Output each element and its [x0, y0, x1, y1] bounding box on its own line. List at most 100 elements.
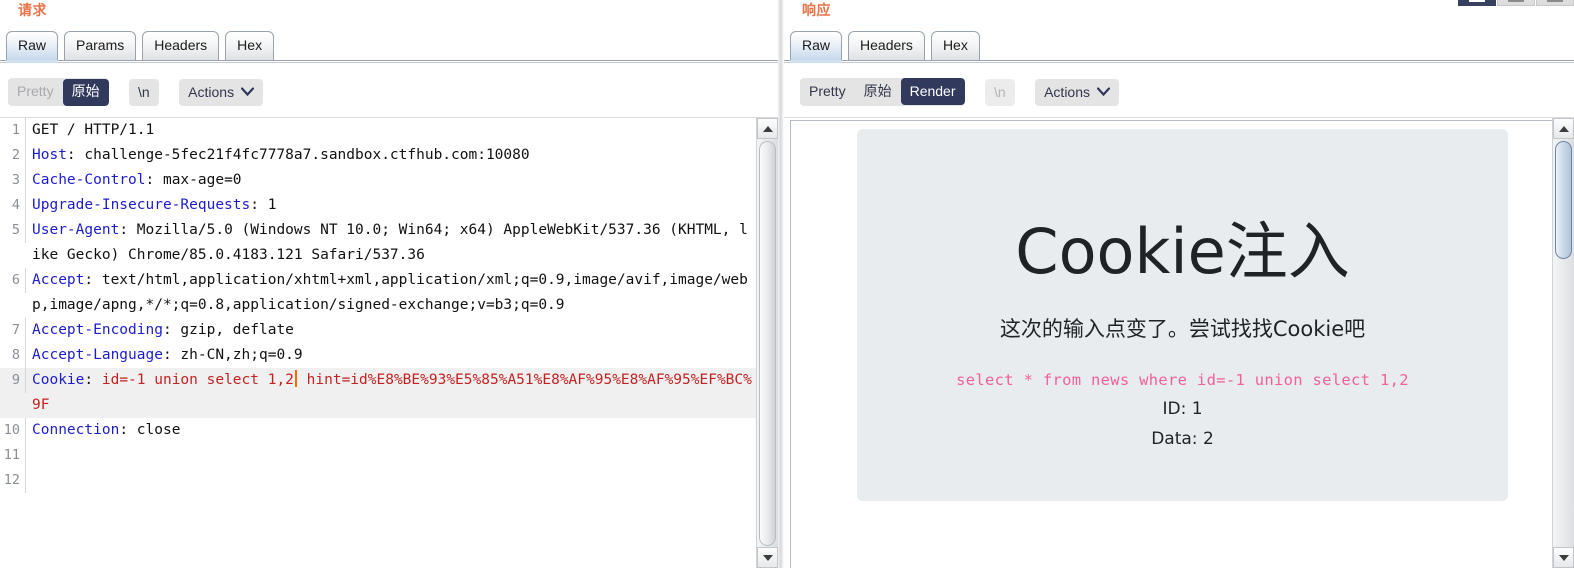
line-number: 7 [0, 318, 26, 343]
request-actions-button[interactable]: Actions [179, 79, 263, 106]
code-span: Accept-Language [32, 347, 163, 363]
response-newline-group: \n [984, 78, 1015, 106]
actions-label: Actions [188, 83, 235, 100]
code-line[interactable]: 11 [0, 443, 756, 468]
code-span: Accept-Encoding [32, 322, 163, 338]
response-actions-group: Actions [1035, 78, 1120, 106]
scroll-thumb[interactable] [759, 141, 776, 546]
result-id-text: ID: 1 [1162, 399, 1203, 419]
response-toolbar: Pretty 原始 Render \n Actions [800, 78, 1135, 108]
request-newline-button[interactable]: \n [129, 79, 159, 106]
response-actions-button[interactable]: Actions [1035, 79, 1119, 106]
response-view-mode-group: Pretty 原始 Render [800, 78, 965, 106]
triangle-down-icon [1558, 554, 1569, 561]
tab-request-hex[interactable]: Hex [225, 31, 275, 60]
code-line[interactable]: 9 Cookie: id=-1 union select 1,2 hint=id%… [0, 368, 756, 418]
scroll-down-button[interactable] [1553, 547, 1574, 568]
code-span: : challenge-5fec21f4fc7778a7.sandbox.ctf… [66, 147, 530, 163]
tabstrip-baseline [0, 60, 778, 63]
response-pretty-button[interactable]: Pretty [800, 78, 855, 105]
code-line[interactable]: 3 Cache-Control: max-age=0 [0, 168, 756, 193]
triangle-down-icon [762, 554, 773, 561]
request-view-mode-group: Pretty 原始 [8, 78, 109, 106]
line-number: 10 [0, 418, 26, 443]
code-span: GET / HTTP/1.1 [32, 122, 155, 138]
line-number: 2 [0, 143, 26, 168]
line-number: 6 [0, 268, 26, 293]
scroll-down-button[interactable] [757, 547, 778, 568]
tab-label: Raw [18, 37, 47, 53]
request-raw-button[interactable]: 原始 [62, 79, 109, 106]
response-vertical-scrollbar[interactable] [1552, 118, 1574, 568]
line-number: 12 [0, 468, 26, 493]
line-number: 4 [0, 193, 26, 218]
tabstrip-baseline [784, 60, 1574, 63]
request-editor-area: 1 GET / HTTP/1.1 2 Host: challenge-5fec21f4… [0, 117, 778, 568]
request-toolbar: Pretty 原始 \n Actions [8, 78, 279, 108]
scroll-up-button[interactable] [757, 118, 778, 139]
line-content [26, 468, 756, 493]
response-render-area: Cookie注入 这次的输入点变了。尝试找找Cookie吧 select * f… [784, 117, 1574, 568]
request-vertical-scrollbar[interactable] [756, 118, 778, 568]
code-line[interactable]: 5 User-Agent: Mozilla/5.0 (Windows NT 10.… [0, 218, 756, 268]
tab-response-hex[interactable]: Hex [930, 31, 980, 60]
line-content: Host: challenge-5fec21f4fc7778a7.sandbox… [26, 143, 756, 168]
request-raw-editor[interactable]: 1 GET / HTTP/1.1 2 Host: challenge-5fec21f4… [0, 118, 756, 568]
code-line[interactable]: 2 Host: challenge-5fec21f4fc7778a7.sandbo… [0, 143, 756, 168]
response-panel: 响应 Raw Headers Hex Pretty 原始 Render \n Act… [784, 0, 1574, 568]
line-number: 3 [0, 168, 26, 193]
code-span: User-Agent [32, 222, 120, 238]
line-number: 1 [0, 118, 26, 143]
scroll-thumb[interactable] [1555, 141, 1572, 259]
page-subtitle: 这次的输入点变了。尝试找找Cookie吧 [999, 317, 1366, 341]
request-pretty-button[interactable]: Pretty [8, 78, 63, 105]
code-line[interactable]: 10 Connection: close [0, 418, 756, 443]
code-span: Accept [32, 272, 85, 288]
burp-suite-window: 请求 Raw Params Headers Hex Pretty 原始 \n Ac… [0, 0, 1574, 568]
tab-response-headers[interactable]: Headers [848, 31, 925, 60]
line-content: Accept: text/html,application/xhtml+xml,… [26, 268, 756, 318]
line-content: GET / HTTP/1.1 [26, 118, 756, 143]
code-span: : gzip, deflate [162, 322, 294, 338]
code-line[interactable]: 6 Accept: text/html,application/xhtml+xml… [0, 268, 756, 318]
triangle-up-icon [762, 125, 773, 132]
response-tabstrip: Raw Headers Hex [784, 31, 1574, 63]
request-panel: 请求 Raw Params Headers Hex Pretty 原始 \n Ac… [0, 0, 778, 568]
code-line[interactable]: 8 Accept-Language: zh-CN,zh;q=0.9 [0, 343, 756, 368]
tab-label: Headers [860, 37, 913, 53]
code-line[interactable]: 4 Upgrade-Insecure-Requests: 1 [0, 193, 756, 218]
code-span: Upgrade-Insecure-Requests [32, 197, 251, 213]
tab-request-raw[interactable]: Raw [6, 31, 59, 63]
tab-label: Hex [237, 37, 263, 53]
chevron-down-icon [240, 82, 255, 100]
page-title: Cookie注入 [1015, 215, 1350, 288]
response-raw-button[interactable]: 原始 [855, 79, 901, 106]
tab-response-raw[interactable]: Raw [790, 31, 843, 63]
code-span: : 1 [250, 197, 277, 213]
line-number: 5 [0, 218, 26, 243]
tab-request-params[interactable]: Params [64, 31, 137, 60]
code-span: : zh-CN,zh;q=0.9 [162, 347, 303, 363]
text-cursor [294, 370, 297, 387]
code-line[interactable]: 1 GET / HTTP/1.1 [0, 118, 756, 143]
line-content: Cookie: id=-1 union select 1,2 hint=id%E… [26, 368, 756, 418]
line-content: Accept-Language: zh-CN,zh;q=0.9 [26, 343, 756, 368]
code-line[interactable]: 12 [0, 468, 756, 493]
code-span: : Mozilla/5.0 (Windows NT 10.0; Win64; x… [32, 222, 748, 263]
actions-label: Actions [1044, 83, 1091, 100]
code-span: Cookie [32, 372, 85, 388]
code-span: Host [32, 147, 67, 163]
response-render-button[interactable]: Render [900, 78, 965, 105]
line-content: Connection: close [26, 418, 756, 443]
rendered-html-viewport[interactable]: Cookie注入 这次的输入点变了。尝试找找Cookie吧 select * f… [790, 120, 1552, 568]
response-newline-button: \n [993, 83, 1006, 100]
tab-request-headers[interactable]: Headers [142, 31, 220, 60]
request-actions-group: Actions [179, 78, 264, 106]
code-line[interactable]: 7 Accept-Encoding: gzip, deflate [0, 318, 756, 343]
tab-label: Headers [154, 37, 208, 53]
code-span: Cache-Control [32, 172, 146, 188]
scroll-up-button[interactable] [1553, 118, 1574, 139]
result-data-text: Data: 2 [1151, 429, 1214, 449]
tab-label: Raw [802, 37, 831, 53]
code-span: : text/html,application/xhtml+xml,applic… [32, 272, 748, 313]
